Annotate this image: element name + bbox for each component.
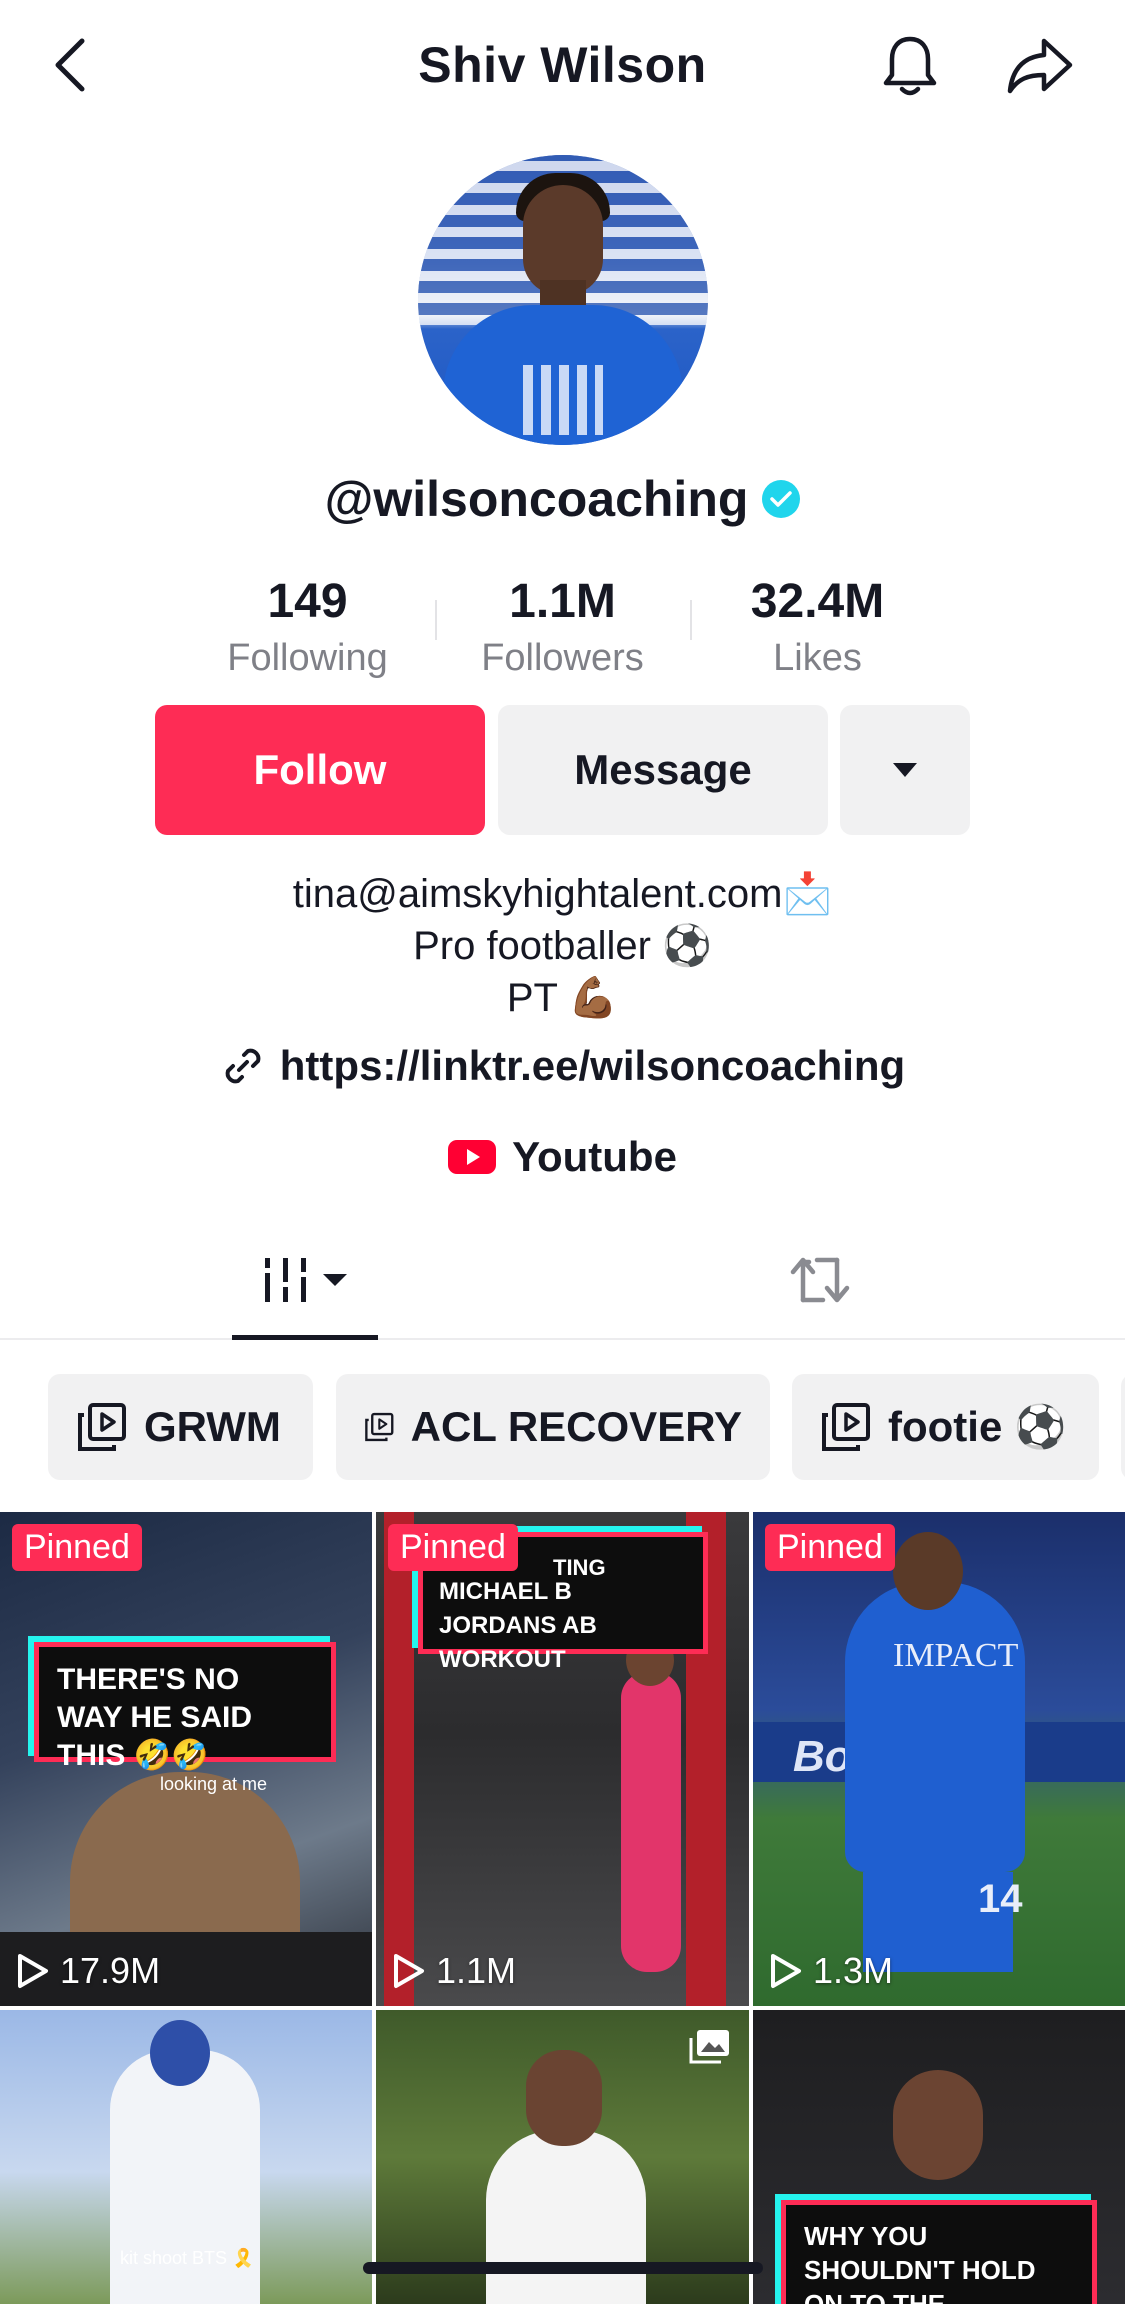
playlist-icon [78, 1403, 126, 1451]
stat-label: Likes [773, 637, 862, 679]
stat-followers[interactable]: 1.1M Followers [435, 572, 690, 682]
video-tile[interactable]: WHY YOU SHOULDN'T HOLD ON TO THE HANDLES… [753, 2010, 1125, 2304]
video-grid: THERE'S NO WAY HE SAID THIS 🤣🤣 looking a… [0, 1512, 1125, 2304]
profile-bio: tina@aimskyhightalent.com📩 Pro footballe… [0, 868, 1125, 1024]
profile-handle: @wilsoncoaching [324, 471, 749, 527]
avatar-shirt-logo [523, 365, 603, 435]
pinned-badge: Pinned [388, 1524, 518, 1571]
content-tabs [0, 1220, 1125, 1340]
suggested-accounts-button[interactable] [840, 705, 970, 835]
tab-reposts[interactable] [760, 1220, 880, 1340]
stat-label: Following [227, 637, 388, 679]
playlist-chip[interactable] [1121, 1374, 1125, 1480]
bio-line: PT 💪🏾 [506, 976, 619, 1020]
home-indicator [363, 2262, 763, 2274]
playlist-icon [822, 1403, 870, 1451]
video-tile[interactable]: Boyle IMPACT 14 Pinned 1.3M [753, 1512, 1125, 2006]
avatar[interactable] [418, 155, 708, 445]
video-tile[interactable]: TING MICHAEL B JORDANS AB WORKOUT Pinned… [376, 1512, 749, 2006]
bio-line: Pro footballer ⚽️ [413, 924, 712, 968]
bio-line: tina@aimskyhightalent.com📩 [292, 872, 833, 916]
message-button[interactable]: Message [498, 705, 828, 835]
top-bar: Shiv Wilson [0, 0, 1125, 130]
view-count: 1.1M [392, 1950, 516, 1992]
youtube-link[interactable]: Youtube [0, 1133, 1125, 1181]
video-person [486, 2130, 646, 2304]
profile-stats: 149 Following 1.1M Followers 32.4M Likes [180, 572, 945, 682]
shorts-number: 14 [978, 1877, 1023, 1921]
stat-value: 32.4M [750, 575, 885, 628]
playlist-chip-label: GRWM [144, 1403, 281, 1450]
view-count: 1.3M [769, 1950, 893, 1992]
stat-following[interactable]: 149 Following [180, 572, 435, 682]
video-subtitle: looking at me [160, 1774, 268, 1794]
playlist-chip[interactable]: GRWM [48, 1374, 313, 1480]
share-icon[interactable] [1000, 30, 1080, 102]
video-caption-text: MICHAEL B JORDANS AB WORKOUT [439, 1578, 597, 1673]
video-subtitle: kit shoot BTS 🎗️ [120, 2248, 255, 2268]
link-icon [225, 1048, 261, 1084]
play-icon [394, 1954, 424, 1988]
shirt-text: IMPACT [893, 1637, 1019, 1674]
playlist-chip-label: footie ⚽️ [888, 1402, 1067, 1450]
follow-button[interactable]: Follow [155, 705, 485, 835]
page-title: Shiv Wilson [418, 37, 707, 93]
view-count: 17.9M [16, 1950, 160, 1992]
playlist-icon [365, 1412, 394, 1442]
youtube-label: Youtube [512, 1133, 677, 1180]
stat-value: 149 [267, 575, 348, 628]
video-tile[interactable] [376, 2010, 749, 2304]
pinned-badge: Pinned [12, 1524, 142, 1571]
stat-value: 1.1M [509, 575, 616, 628]
view-count-value: 17.9M [60, 1950, 161, 1991]
video-caption: THERE'S NO WAY HE SAID THIS 🤣🤣 [34, 1642, 336, 1772]
bell-icon[interactable] [875, 30, 945, 102]
playlist-chip-label: ACL RECOVERY [410, 1403, 742, 1450]
video-person [621, 1672, 681, 1972]
video-person [845, 1582, 1025, 1872]
play-icon [18, 1954, 48, 1988]
repost-icon [790, 1257, 850, 1303]
video-tile[interactable]: THERE'S NO WAY HE SAID THIS 🤣🤣 looking a… [0, 1512, 372, 2006]
videos-grid-icon [261, 1258, 347, 1302]
pinned-badge: Pinned [765, 1524, 895, 1571]
play-icon [771, 1954, 801, 1988]
playlist-chips: GRWM ACL RECOVERY footie ⚽️ [48, 1374, 1125, 1480]
tab-videos[interactable] [232, 1220, 378, 1340]
stat-label: Followers [481, 637, 644, 679]
playlist-chip[interactable]: footie ⚽️ [792, 1374, 1099, 1480]
verified-badge-icon [762, 480, 801, 518]
playlist-chip[interactable]: ACL RECOVERY [336, 1374, 770, 1480]
avatar-face [523, 185, 603, 295]
video-tile[interactable]: kit shoot BTS 🎗️ [0, 2010, 372, 2304]
stat-likes[interactable]: 32.4M Likes [690, 572, 945, 682]
video-caption: WHY YOU SHOULDN'T HOLD ON TO THE HANDLES… [781, 2200, 1097, 2304]
youtube-icon [448, 1140, 497, 1174]
video-caption-partial: TING [553, 1555, 606, 1580]
bio-link[interactable]: https://linktr.ee/wilsoncoaching [0, 1042, 1125, 1090]
photo-icon [689, 2028, 731, 2069]
caret-down-icon [893, 763, 917, 777]
view-count-value: 1.1M [436, 1950, 517, 1991]
view-count-value: 1.3M [813, 1950, 894, 1991]
bio-link-url: https://linktr.ee/wilsoncoaching [279, 1042, 906, 1089]
video-person [893, 2070, 983, 2180]
handle-row: @wilsoncoaching [0, 470, 1125, 528]
